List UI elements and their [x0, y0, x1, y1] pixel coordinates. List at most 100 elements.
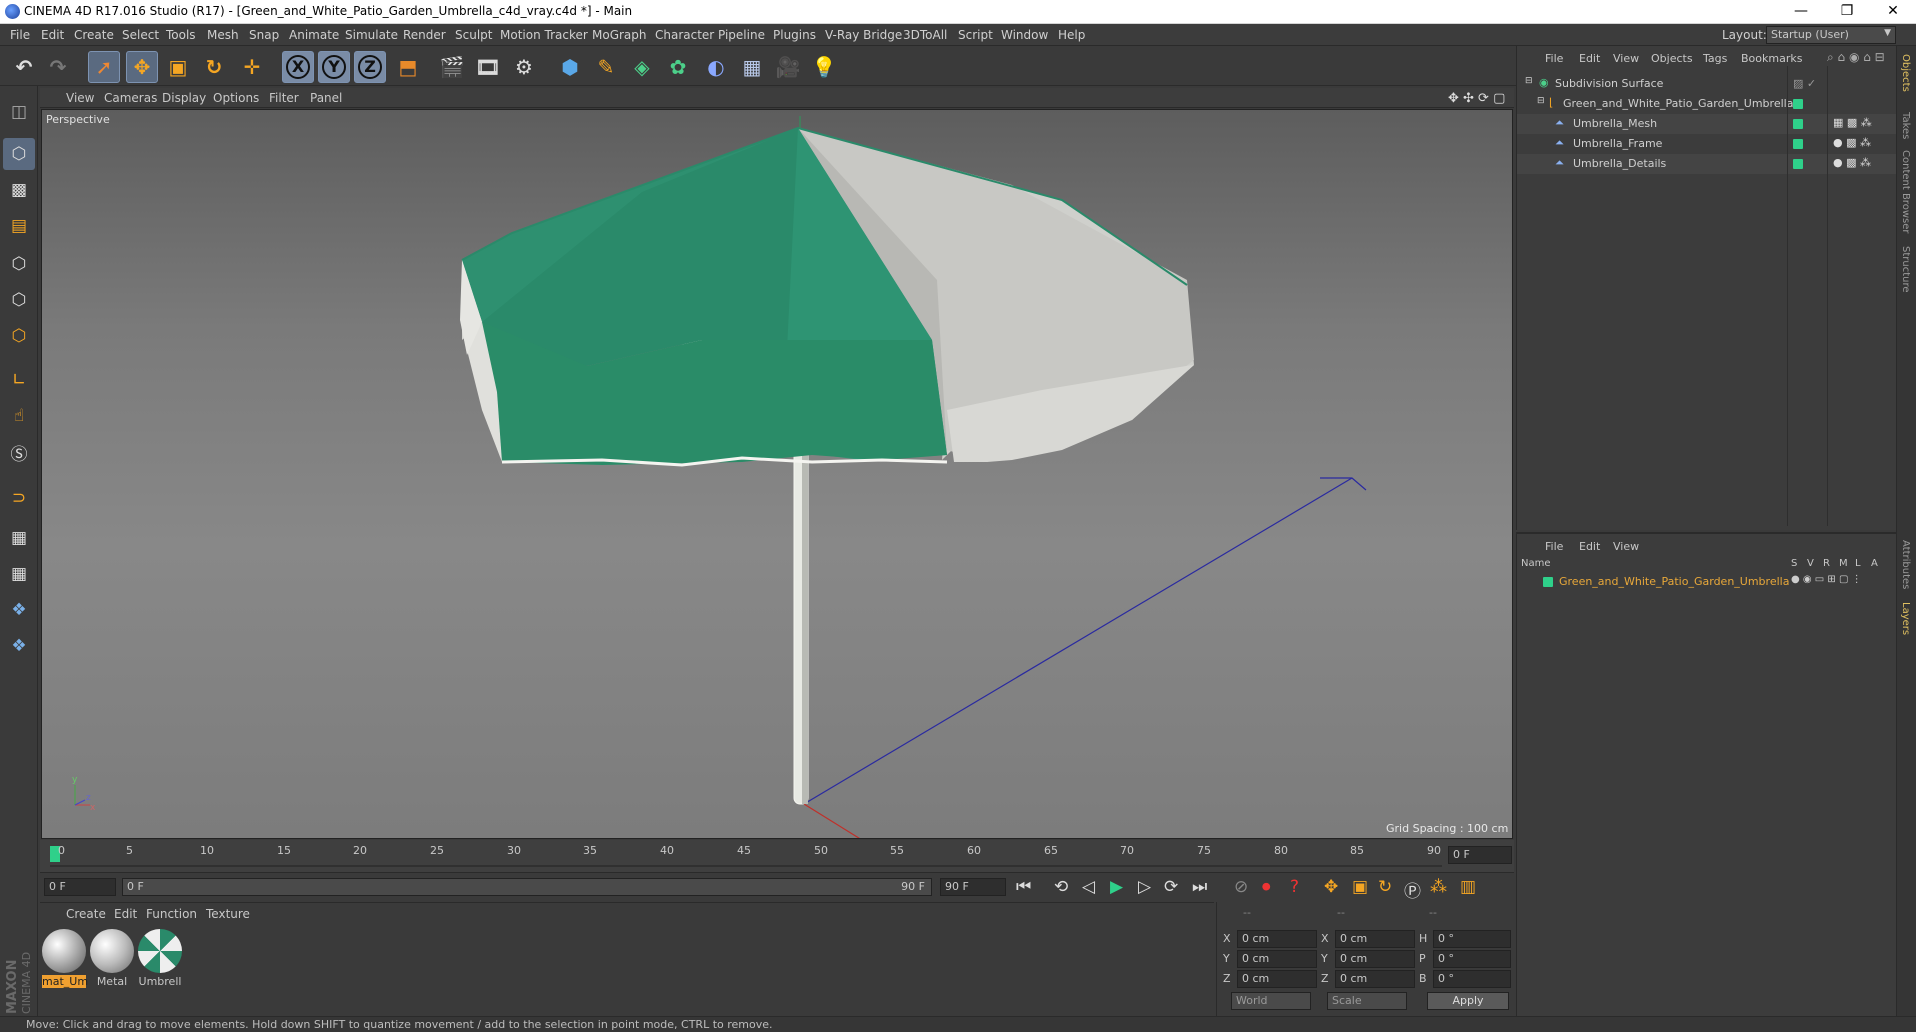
- mat-menu-function[interactable]: Function: [146, 907, 197, 921]
- layer-color-swatch[interactable]: [1793, 119, 1803, 129]
- material-tag-icon[interactable]: ● ▩ ⁂: [1833, 136, 1871, 149]
- tab-content-browser[interactable]: Content Browser: [1900, 150, 1911, 233]
- key-rotation-icon[interactable]: ↻: [1378, 877, 1392, 897]
- edges-mode-icon[interactable]: ⬡: [3, 284, 35, 316]
- rotate-icon[interactable]: ↻: [198, 51, 230, 83]
- layer-menu-file[interactable]: File: [1545, 540, 1563, 553]
- tab-structure[interactable]: Structure: [1900, 246, 1911, 293]
- prev-frame-icon[interactable]: ◁: [1082, 877, 1095, 897]
- object-row-details[interactable]: ⏶ Umbrella_Details ● ▩ ⁂: [1517, 154, 1897, 174]
- layer-color-swatch[interactable]: [1793, 139, 1803, 149]
- layer-menu-edit[interactable]: Edit: [1579, 540, 1600, 553]
- menu-pipeline[interactable]: Pipeline: [718, 28, 765, 42]
- timeline-window-icon[interactable]: ▥: [1460, 877, 1476, 897]
- layer-menu-view[interactable]: View: [1613, 540, 1639, 553]
- menu-simulate[interactable]: Simulate: [345, 28, 398, 42]
- camera-icon[interactable]: 🎥: [772, 51, 804, 83]
- menu-character[interactable]: Character: [655, 28, 714, 42]
- menu-window[interactable]: Window: [1001, 28, 1048, 42]
- minimize-button[interactable]: —: [1778, 0, 1824, 24]
- menu-mesh[interactable]: Mesh: [207, 28, 239, 42]
- key-position-icon[interactable]: ✥: [1324, 877, 1338, 897]
- planar-workplane-icon[interactable]: ▦: [3, 558, 35, 590]
- rot-h-field[interactable]: 0 °: [1433, 930, 1511, 948]
- menu-render[interactable]: Render: [403, 28, 446, 42]
- tab-layers[interactable]: Layers: [1900, 602, 1911, 635]
- render-picture-viewer-icon[interactable]: 🎞: [472, 51, 504, 83]
- tab-objects[interactable]: Objects: [1900, 54, 1911, 92]
- axis-mode-icon[interactable]: ∟: [3, 364, 35, 396]
- next-key-icon[interactable]: ⟳: [1164, 877, 1178, 897]
- pos-z-field[interactable]: 0 cm: [1237, 970, 1317, 988]
- texture-mode-icon[interactable]: ▩: [3, 174, 35, 206]
- redo-icon[interactable]: ↷: [42, 51, 74, 83]
- menu-mograph[interactable]: MoGraph: [592, 28, 647, 42]
- end-frame-field[interactable]: 90 F: [940, 878, 1006, 896]
- edit-render-settings-icon[interactable]: ⚙: [508, 51, 540, 83]
- tab-takes[interactable]: Takes: [1900, 112, 1911, 139]
- transform-icon[interactable]: ✛: [236, 51, 268, 83]
- make-editable-icon[interactable]: ◫: [3, 96, 35, 128]
- cube-icon[interactable]: ⬢: [554, 51, 586, 83]
- obj-menu-tags[interactable]: Tags: [1703, 52, 1727, 65]
- menu-help[interactable]: Help: [1058, 28, 1085, 42]
- x-axis-icon[interactable]: X: [282, 51, 314, 83]
- size-y-field[interactable]: 0 cm: [1335, 950, 1415, 968]
- material-tag-icon[interactable]: ● ▩ ⁂: [1833, 156, 1871, 169]
- apply-button[interactable]: Apply: [1427, 992, 1509, 1010]
- collapse-icon[interactable]: ⊟: [1525, 76, 1533, 86]
- autokey-icon[interactable]: ⏺: [1262, 877, 1271, 897]
- pen-icon[interactable]: ✎: [590, 51, 622, 83]
- z-axis-icon[interactable]: Z: [354, 51, 386, 83]
- start-frame-field[interactable]: 0 F: [44, 878, 116, 896]
- menu-create[interactable]: Create: [74, 28, 114, 42]
- checkmark-icon[interactable]: ▨ ✓: [1793, 77, 1816, 90]
- menu-edit[interactable]: Edit: [41, 28, 64, 42]
- viewport-menu-view[interactable]: View: [66, 91, 94, 105]
- mat-menu-create[interactable]: Create: [66, 907, 106, 921]
- layer-flags-icons[interactable]: ● ◉ ▭ ⊞ ▢ ⋮: [1791, 574, 1862, 585]
- record-keys-icon[interactable]: ⊘: [1234, 877, 1248, 897]
- viewport-menu-cameras[interactable]: Cameras: [104, 91, 157, 105]
- floor-icon[interactable]: ▦: [736, 51, 768, 83]
- next-frame-icon[interactable]: ▷: [1138, 877, 1151, 897]
- y-axis-icon[interactable]: Y: [318, 51, 350, 83]
- collapse-icon[interactable]: ⊟: [1537, 96, 1545, 106]
- viewport-nav-icons[interactable]: ✥ ✣ ⟳ ▢: [1448, 91, 1505, 106]
- snap-icon[interactable]: ⊃: [3, 482, 35, 514]
- menu-script[interactable]: Script: [958, 28, 993, 42]
- menu-select[interactable]: Select: [122, 28, 159, 42]
- viewport-menu-filter[interactable]: Filter: [269, 91, 299, 105]
- render-view-icon[interactable]: 🎬: [436, 51, 468, 83]
- goto-end-icon[interactable]: ⏭: [1192, 877, 1207, 897]
- material-swatch[interactable]: Metal: [90, 925, 134, 989]
- scale-icon[interactable]: ▣: [162, 51, 194, 83]
- deformer-icon[interactable]: ◐: [700, 51, 732, 83]
- obj-menu-view[interactable]: View: [1613, 52, 1639, 65]
- python-script-icon[interactable]: ❖: [3, 630, 35, 662]
- pos-y-field[interactable]: 0 cm: [1237, 950, 1317, 968]
- key-pla-icon[interactable]: ⁂: [1430, 877, 1447, 897]
- material-tag-icon[interactable]: ▦ ▩ ⁂: [1833, 116, 1872, 129]
- coordinate-system-icon[interactable]: ⬒: [392, 51, 424, 83]
- material-swatch[interactable]: Umbrell: [138, 925, 182, 989]
- pos-x-field[interactable]: 0 cm: [1237, 930, 1317, 948]
- material-swatch[interactable]: mat_Um: [42, 925, 88, 989]
- model-mode-icon[interactable]: ⬡: [3, 138, 35, 170]
- layer-color-swatch[interactable]: [1793, 99, 1803, 109]
- timeline-ruler[interactable]: 0 5 10 15 20 25 30 35 40 45 50 55 60 65 …: [40, 840, 1514, 872]
- goto-start-icon[interactable]: ⏮: [1016, 877, 1031, 897]
- object-row-umbrella[interactable]: ⊟ ⌊ Green_and_White_Patio_Garden_Umbrell…: [1517, 94, 1897, 114]
- obj-search-icon[interactable]: ⌕ ⌂ ◉ ⌂ ⊟: [1827, 50, 1885, 65]
- object-row-mesh[interactable]: ⏶ Umbrella_Mesh ▦ ▩ ⁂: [1517, 114, 1897, 134]
- live-selection-icon[interactable]: ➚: [88, 51, 120, 83]
- size-z-field[interactable]: 0 cm: [1335, 970, 1415, 988]
- viewport-menu-options[interactable]: Options: [213, 91, 259, 105]
- workplane-icon[interactable]: ▤: [3, 210, 35, 242]
- menu-3dtoall[interactable]: 3DToAll: [903, 28, 947, 42]
- obj-menu-file[interactable]: File: [1545, 52, 1563, 65]
- mat-menu-texture[interactable]: Texture: [206, 907, 250, 921]
- light-icon[interactable]: 💡: [808, 51, 840, 83]
- play-icon[interactable]: ▶: [1110, 877, 1123, 897]
- prev-key-icon[interactable]: ⟲: [1054, 877, 1068, 897]
